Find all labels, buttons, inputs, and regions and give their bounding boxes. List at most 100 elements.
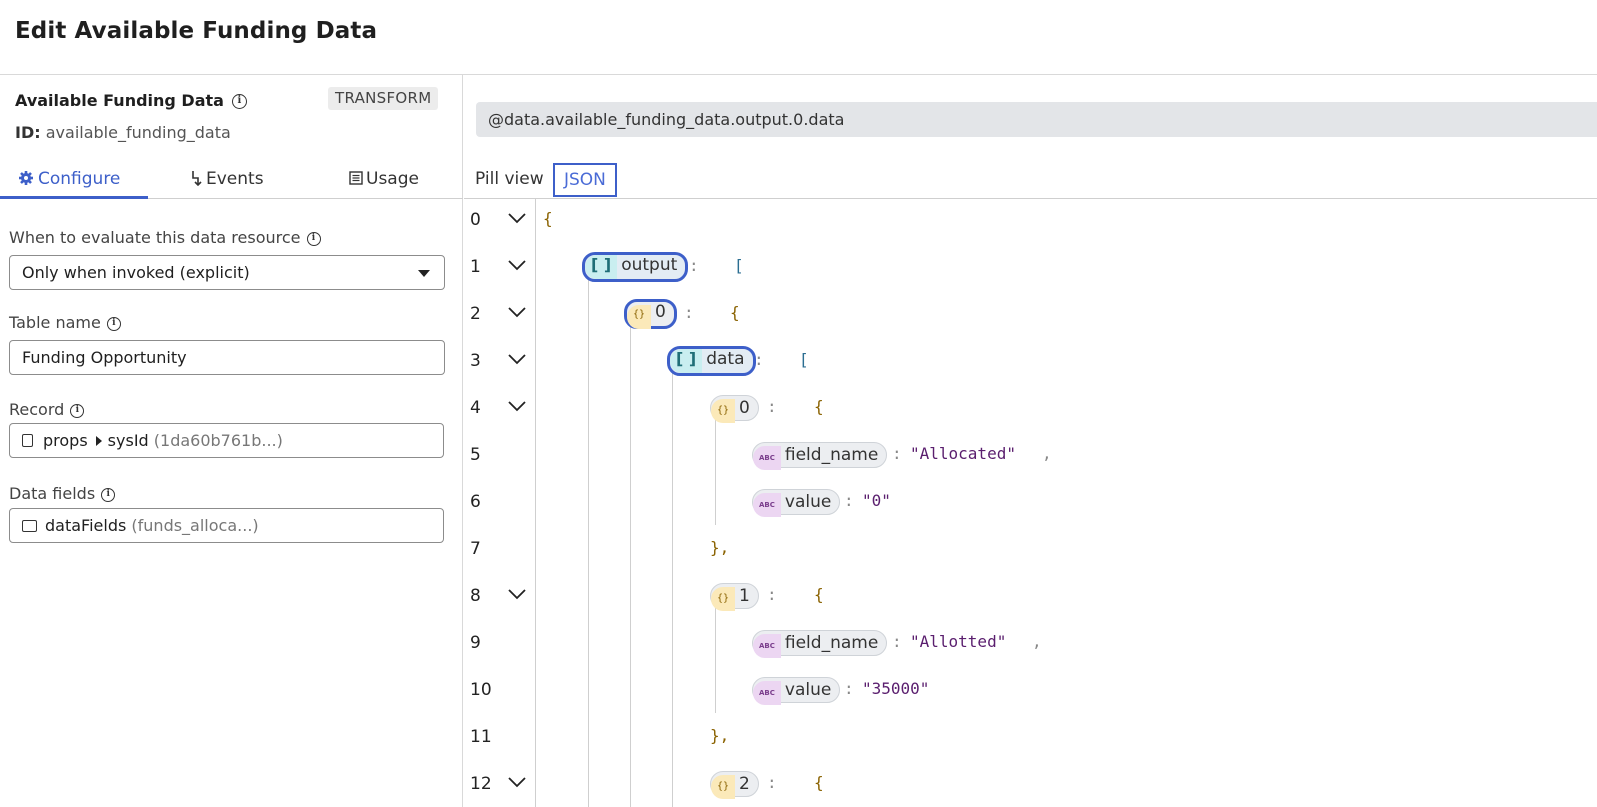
tab-json[interactable]: JSON [553, 163, 617, 197]
info-icon[interactable]: i [70, 403, 85, 418]
key-label: value [784, 680, 832, 700]
table-name-input[interactable]: Funding Opportunity [9, 340, 445, 375]
gear-icon [19, 171, 33, 185]
string-value: "Allotted" [910, 632, 1007, 651]
array-icon: [ ] [585, 255, 618, 279]
json-viewer: 0 { 1 [ ] output : [ 2 {} 0 : { 3 [ ] data … [464, 199, 1597, 807]
key-pill-0[interactable]: {} 0 [624, 299, 677, 329]
list-icon [349, 171, 363, 185]
info-icon[interactable]: i [231, 94, 247, 109]
line-number: 8 [470, 586, 481, 606]
resource-id: ID: available_funding_data [15, 123, 231, 142]
tab-pill-view[interactable]: Pill view [475, 163, 544, 195]
line-number: 1 [470, 257, 481, 277]
chevron-down-icon[interactable] [508, 306, 526, 318]
record-hint: (1da60b761b...) [153, 431, 283, 450]
evaluate-select[interactable]: Only when invoked (explicit) [9, 255, 445, 290]
chevron-down-icon[interactable] [508, 776, 526, 788]
type-badge: TRANSFORM [328, 87, 439, 110]
table-name-label-text: Table name [9, 313, 101, 332]
id-card-icon [22, 520, 37, 532]
lightning-icon [192, 171, 202, 187]
code-line: 7 }, [464, 528, 1597, 575]
close-brace: }, [710, 538, 730, 557]
colon: : [754, 350, 764, 369]
expression-bar[interactable]: @data.available_funding_data.output.0.da… [476, 102, 1597, 137]
object-icon: {} [711, 587, 736, 611]
open-brace: { [730, 303, 740, 322]
colon: : [844, 491, 854, 510]
colon: : [844, 679, 854, 698]
code-line: 5 ABC field_name : "Allocated" , [464, 434, 1597, 481]
comma: , [1042, 444, 1052, 463]
evaluate-label-text: When to evaluate this data resource [9, 228, 301, 247]
record-label: Record i [9, 400, 85, 419]
preview-panel: @data.available_funding_data.output.0.da… [464, 75, 1597, 807]
page-header: Edit Available Funding Data [0, 0, 1597, 75]
key-label: 1 [739, 586, 750, 606]
object-icon: {} [711, 399, 736, 423]
tab-configure-label: Configure [38, 169, 121, 189]
record-label-text: Record [9, 400, 65, 419]
data-fields-input[interactable]: dataFields (funds_alloca...) [9, 508, 444, 543]
chevron-down-icon[interactable] [508, 353, 526, 365]
code-line: 10 ABC value : "35000" [464, 669, 1597, 716]
chevron-down-icon[interactable] [508, 400, 526, 412]
chevron-down-icon[interactable] [508, 259, 526, 271]
data-fields-hint: (funds_alloca...) [131, 516, 259, 535]
colon: : [767, 397, 777, 416]
string-value: "0" [862, 491, 891, 510]
data-fields-label-text: Data fields [9, 484, 96, 503]
colon: : [892, 632, 902, 651]
open-brace: { [814, 585, 824, 604]
key-pill-field-name[interactable]: ABC field_name [752, 630, 888, 658]
colon: : [684, 303, 694, 322]
key-pill-item-0[interactable]: {} 0 [710, 395, 759, 423]
key-pill-value[interactable]: ABC value [752, 677, 841, 705]
caret-right-icon [95, 436, 102, 446]
string-icon: ABC [753, 446, 781, 470]
code-line: 6 ABC value : "0" [464, 481, 1597, 528]
code-line: 4 {} 0 : { [464, 387, 1597, 434]
line-number: 12 [470, 774, 492, 794]
evaluate-label: When to evaluate this data resource i [9, 228, 321, 247]
key-label: data [706, 349, 745, 369]
code-line: 12 {} 2 : { [464, 763, 1597, 807]
chevron-down-icon[interactable] [508, 588, 526, 600]
key-pill-item-2[interactable]: {} 2 [710, 771, 759, 799]
chevron-down-icon[interactable] [508, 212, 526, 224]
info-icon[interactable]: i [306, 231, 321, 246]
record-input[interactable]: props sysId (1da60b761b...) [9, 423, 444, 458]
key-label: 0 [739, 398, 750, 418]
key-pill-data[interactable]: [ ] data [667, 346, 756, 376]
object-icon: {} [711, 775, 736, 799]
key-pill-output[interactable]: [ ] output [582, 252, 689, 282]
config-panel: Available Funding Data i TRANSFORM ID: av… [0, 75, 463, 807]
string-value: "Allocated" [910, 444, 1016, 463]
key-pill-item-1[interactable]: {} 1 [710, 583, 759, 611]
code-line: 8 {} 1 : { [464, 575, 1597, 622]
info-icon[interactable]: i [101, 487, 116, 502]
array-icon: [ ] [670, 349, 703, 373]
line-number: 0 [470, 210, 481, 230]
open-brace: { [814, 773, 824, 792]
object-icon: {} [627, 305, 652, 329]
colon: : [892, 444, 902, 463]
record-part-props: props [43, 431, 88, 450]
tab-events-label: Events [206, 169, 264, 189]
key-pill-field-name[interactable]: ABC field_name [752, 442, 888, 470]
line-number: 4 [470, 398, 481, 418]
resource-id-label: ID: [15, 123, 41, 142]
key-pill-value[interactable]: ABC value [752, 489, 841, 517]
table-name-label: Table name i [9, 313, 121, 332]
string-value: "35000" [862, 679, 930, 698]
code-line: 11 }, [464, 716, 1597, 763]
tab-events[interactable]: Events [190, 163, 264, 199]
info-icon[interactable]: i [106, 316, 121, 331]
tab-usage[interactable]: Usage [349, 163, 419, 199]
tab-configure[interactable]: Configure [18, 163, 120, 199]
view-tabs: Pill view JSON [464, 163, 1597, 199]
comma: , [1032, 632, 1042, 651]
key-label: output [621, 255, 678, 275]
config-tabs: Configure Events Usage [0, 163, 463, 199]
